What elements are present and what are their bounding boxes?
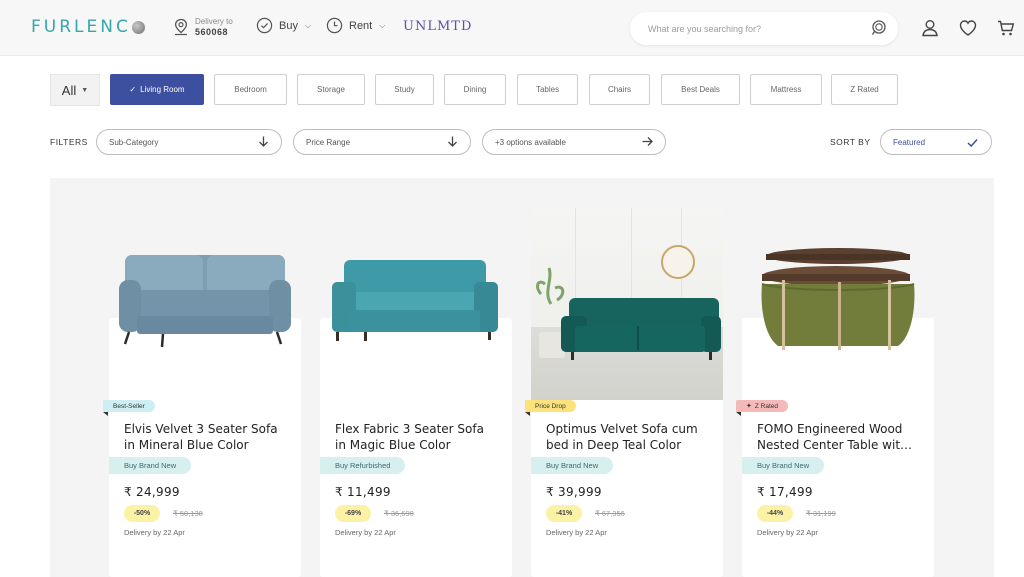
tab-storage[interactable]: Storage xyxy=(297,74,365,105)
nav-rent[interactable]: Rent ⌵ xyxy=(326,17,385,34)
tab-label: Dining xyxy=(463,85,487,94)
product-card[interactable]: Flex Fabric 3 Seater Sofa in Magic Blue C… xyxy=(320,318,512,577)
check-icon: ✓ xyxy=(129,85,137,94)
tab-bedroom[interactable]: Bedroom xyxy=(214,74,287,105)
product-card[interactable]: Best-Seller Elvis Velvet 3 Seater Sofa in… xyxy=(103,318,301,577)
original-price: ₹ 67,356 xyxy=(595,509,625,518)
sort-value: Featured xyxy=(893,137,926,147)
product-name[interactable]: Flex Fabric 3 Seater Sofa in Magic Blue C… xyxy=(335,421,505,453)
product-price: ₹ 11,499 xyxy=(335,485,391,499)
search-input[interactable] xyxy=(648,23,858,34)
chevron-down-icon: ⌵ xyxy=(304,20,312,30)
cart-icon[interactable] xyxy=(996,18,1016,38)
tab-tables[interactable]: Tables xyxy=(517,74,578,105)
tab-z-rated[interactable]: Z Rated xyxy=(831,74,898,105)
delivery-date: Delivery by 22 Apr xyxy=(757,528,818,537)
search-icon[interactable] xyxy=(870,19,888,37)
tab-mattress[interactable]: Mattress xyxy=(750,74,822,105)
nav-buy[interactable]: Buy ⌵ xyxy=(256,17,311,34)
product-image-elvis-sofa[interactable] xyxy=(115,250,295,350)
arrow-down-icon xyxy=(259,136,268,147)
product-badge: Best-Seller xyxy=(103,400,155,416)
product-price: ₹ 39,999 xyxy=(546,485,602,499)
product-card[interactable]: ✦ Z Rated FOMO Engineered Wood Nested Cent… xyxy=(736,318,934,577)
delivery-location[interactable]: Delivery to 560068 xyxy=(173,16,233,38)
product-condition: Buy Refurbished xyxy=(320,457,406,474)
original-price: ₹ 31,199 xyxy=(806,509,836,518)
product-price: ₹ 24,999 xyxy=(124,485,180,499)
location-pin-icon xyxy=(174,18,188,36)
tab-living-room[interactable]: ✓ Living Room xyxy=(110,74,204,105)
product-condition: Buy Brand New xyxy=(109,457,192,474)
filter-sub-category[interactable]: Sub-Category xyxy=(96,129,282,155)
filter-price-range[interactable]: Price Range xyxy=(293,129,471,155)
tab-label: Study xyxy=(394,85,415,94)
filter-label: Sub-Category xyxy=(109,137,159,147)
heart-icon[interactable] xyxy=(958,18,978,38)
tab-label: Bedroom xyxy=(234,85,267,94)
product-condition: Buy Brand New xyxy=(742,457,825,474)
original-price: ₹ 36,690 xyxy=(384,509,414,518)
unlmtd-logo[interactable]: UNLMTD xyxy=(403,19,472,34)
product-price: ₹ 17,499 xyxy=(757,485,813,499)
product-image-optimus-sofa[interactable] xyxy=(531,208,723,400)
all-categories-dropdown[interactable]: All ▼ xyxy=(50,74,100,106)
product-image-fomo-table[interactable] xyxy=(758,246,918,356)
tab-study[interactable]: Study xyxy=(375,74,434,105)
tab-label: Tables xyxy=(535,85,560,94)
caret-down-icon: ▼ xyxy=(81,86,89,94)
star-icon: ✦ xyxy=(746,403,752,410)
discount-badge: -69% xyxy=(335,505,371,522)
delivery-date: Delivery by 22 Apr xyxy=(124,528,185,537)
sort-dropdown[interactable]: Featured xyxy=(880,129,992,155)
logo-text: FURLENC xyxy=(31,17,131,37)
tab-label: Living Room xyxy=(140,85,185,94)
filter-label: Price Range xyxy=(306,137,351,147)
furlenco-logo[interactable]: FURLENC xyxy=(31,17,145,37)
original-price: ₹ 50,138 xyxy=(173,509,203,518)
delivery-date: Delivery by 22 Apr xyxy=(335,528,396,537)
tab-chairs[interactable]: Chairs xyxy=(589,74,650,105)
filter-more-options[interactable]: +3 options available xyxy=(482,129,666,155)
product-badge: ✦ Z Rated xyxy=(736,400,788,416)
check-icon xyxy=(967,139,978,148)
tab-label: Z Rated xyxy=(850,85,879,94)
product-condition: Buy Brand New xyxy=(531,457,614,474)
all-label: All xyxy=(61,82,77,98)
product-name[interactable]: Optimus Velvet Sofa cum bed in Deep Teal … xyxy=(546,421,716,453)
discount-badge: -44% xyxy=(757,505,793,522)
tab-label: Chairs xyxy=(607,85,632,94)
top-header: FURLENC Delivery to 560068 Buy ⌵ Rent ⌵ … xyxy=(0,0,1024,56)
discount-badge: -41% xyxy=(546,505,582,522)
tab-label: Mattress xyxy=(770,85,802,94)
clock-icon xyxy=(326,17,343,34)
tab-label: Storage xyxy=(316,85,346,94)
arrow-down-icon xyxy=(448,136,457,147)
check-circle-icon xyxy=(256,17,273,34)
product-image-flex-sofa[interactable] xyxy=(328,256,502,344)
product-badge: Price Drop xyxy=(525,400,576,416)
filter-label: +3 options available xyxy=(495,137,566,147)
arrow-right-icon xyxy=(642,137,653,146)
nav-rent-label: Rent xyxy=(349,19,373,32)
filters-label: FILTERS xyxy=(50,137,88,147)
sort-label: SORT BY xyxy=(830,137,871,147)
product-name[interactable]: FOMO Engineered Wood Nested Center Table … xyxy=(757,421,927,453)
logo-ball-icon xyxy=(131,20,145,34)
tab-best-deals[interactable]: Best Deals xyxy=(661,74,740,105)
discount-badge: -50% xyxy=(124,505,160,522)
product-name[interactable]: Elvis Velvet 3 Seater Sofa in Mineral Blu… xyxy=(124,421,294,453)
tab-label: Best Deals xyxy=(681,85,720,94)
delivery-date: Delivery by 22 Apr xyxy=(546,528,607,537)
user-icon[interactable] xyxy=(920,18,940,38)
delivery-pincode: 560068 xyxy=(195,27,229,37)
delivery-label: Delivery to xyxy=(195,17,233,26)
search-bar[interactable] xyxy=(630,12,898,45)
tab-dining[interactable]: Dining xyxy=(444,74,506,105)
chevron-down-icon: ⌵ xyxy=(379,20,386,30)
nav-buy-label: Buy xyxy=(279,19,298,32)
